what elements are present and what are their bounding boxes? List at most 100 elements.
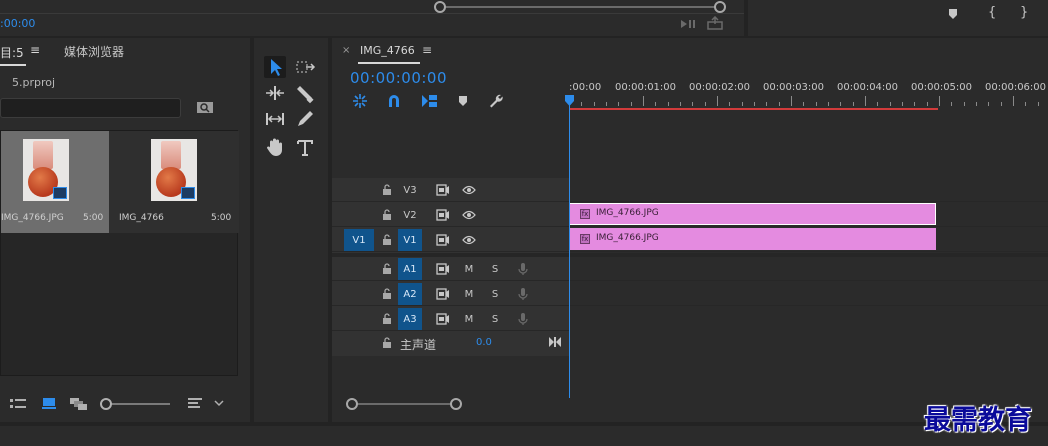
clip-v1[interactable]: fx IMG_4766.JPG (569, 228, 936, 250)
type-icon[interactable] (294, 136, 316, 158)
list-view-icon[interactable] (10, 398, 26, 410)
watermark: 最需教育 (924, 405, 1032, 436)
lock-icon[interactable] (382, 234, 392, 246)
track-content[interactable] (569, 307, 1048, 330)
master-volume-value[interactable]: 0.0 (476, 337, 492, 348)
close-icon[interactable]: × (342, 45, 350, 56)
snap-icon[interactable] (386, 93, 402, 109)
master-label: 主声道 (400, 338, 437, 352)
zoom-slider[interactable] (100, 398, 170, 410)
sequence-tab[interactable]: IMG_4766 (360, 44, 415, 57)
mute-button[interactable]: M (462, 258, 476, 280)
panel-menu-icon[interactable]: ≡ (422, 43, 432, 57)
sort-icon[interactable] (188, 397, 202, 409)
chevron-down-icon[interactable] (214, 399, 224, 407)
clip-v2[interactable]: fx IMG_4766.JPG (569, 203, 936, 225)
playhead-timecode[interactable]: 00:00:00:00 (350, 69, 447, 87)
project-item[interactable]: IMG_4766 5:00 (109, 131, 239, 233)
track-select-icon[interactable] (294, 56, 316, 78)
lock-icon[interactable] (382, 263, 392, 275)
mic-icon[interactable] (518, 312, 528, 326)
track-target-a2[interactable]: A2 (398, 283, 422, 305)
search-input[interactable] (0, 98, 181, 118)
toggle-sync-lock-icon[interactable] (436, 234, 450, 246)
scroll-knob-left[interactable] (346, 398, 358, 410)
source-monitor-strip: :00:00 (0, 0, 744, 36)
media-browser-tab[interactable]: 媒体浏览器 (64, 43, 124, 60)
panel-menu-icon[interactable]: ≡ (30, 43, 40, 57)
lock-icon[interactable] (382, 209, 392, 221)
toggle-sync-lock-icon[interactable] (436, 184, 450, 196)
work-area-bar[interactable] (569, 108, 938, 110)
playhead-line[interactable] (569, 96, 570, 398)
lock-icon[interactable] (382, 184, 392, 196)
track-target-v3[interactable]: V3 (398, 179, 422, 201)
item-name: IMG_4766 (119, 213, 164, 223)
track-content[interactable]: fx IMG_4766.JPG (569, 203, 1048, 226)
ripple-edit-icon[interactable] (264, 82, 286, 104)
track-content[interactable] (569, 257, 1048, 280)
select-tool-icon[interactable] (264, 56, 286, 78)
ruler-ticks (569, 96, 1039, 106)
add-marker-icon[interactable] (458, 95, 468, 107)
mic-icon[interactable] (518, 262, 528, 276)
new-search-bin-icon[interactable] (196, 100, 214, 116)
time-ruler[interactable]: :00:00 00:00:01:00 00:00:02:00 00:00:03:… (569, 80, 1048, 110)
track-content[interactable] (569, 330, 1048, 356)
project-panel: 目:5 ≡ 媒体浏览器 5.prproj IMG_4766.JPG 5:00 I… (0, 38, 250, 422)
track-target-v1[interactable]: V1 (398, 229, 422, 251)
toggle-sync-lock-icon[interactable] (436, 288, 450, 300)
project-item[interactable]: IMG_4766.JPG 5:00 (1, 131, 109, 233)
zoom-slider-knob[interactable] (100, 398, 112, 410)
solo-button[interactable]: S (488, 258, 502, 280)
source-timecode[interactable]: :00:00 (0, 17, 35, 30)
nest-sequence-icon[interactable] (352, 93, 368, 109)
mark-out-icon[interactable]: } (1020, 5, 1028, 20)
mark-in-icon[interactable]: { (988, 5, 996, 20)
slip-icon[interactable] (264, 108, 286, 130)
lock-icon[interactable] (382, 313, 392, 325)
toggle-sync-lock-icon[interactable] (436, 209, 450, 221)
export-frame-icon[interactable] (706, 16, 724, 30)
icon-view-icon[interactable] (42, 397, 56, 409)
scroll-knob-right[interactable] (714, 1, 726, 13)
lock-icon[interactable] (382, 288, 392, 300)
insert-icon[interactable] (680, 18, 696, 30)
track-target-a1[interactable]: A1 (398, 258, 422, 280)
mic-icon[interactable] (518, 287, 528, 301)
program-monitor-strip: { } (748, 0, 1048, 36)
linked-selection-icon[interactable] (420, 93, 438, 109)
track-content[interactable] (569, 282, 1048, 305)
freeform-view-icon[interactable] (70, 398, 88, 410)
pen-icon[interactable] (294, 108, 316, 130)
add-marker-icon[interactable] (948, 8, 958, 20)
ruler-tick-label: 00:00:06:00 (985, 82, 1047, 93)
razor-icon[interactable] (294, 82, 316, 104)
track-target-v2[interactable]: V2 (398, 204, 422, 226)
track-target-a3[interactable]: A3 (398, 308, 422, 330)
timeline-zoom-scrollbar[interactable] (346, 398, 462, 410)
hand-icon[interactable] (264, 136, 286, 158)
track-v2: fx IMG_4766.JPG V2 (332, 203, 1048, 227)
project-tab[interactable]: 目:5 (0, 44, 24, 61)
solo-button[interactable]: S (488, 283, 502, 305)
scroll-knob-left[interactable] (434, 1, 446, 13)
go-to-edit-icon[interactable] (548, 336, 562, 348)
wrench-icon[interactable] (488, 93, 504, 109)
eye-icon[interactable] (462, 210, 476, 220)
eye-icon[interactable] (462, 235, 476, 245)
lock-icon[interactable] (382, 337, 392, 349)
eye-icon[interactable] (462, 185, 476, 195)
mute-button[interactable]: M (462, 308, 476, 330)
scroll-knob-right[interactable] (450, 398, 462, 410)
track-content[interactable]: fx IMG_4766.JPG (569, 228, 1048, 251)
track-content[interactable] (569, 178, 1048, 201)
toggle-sync-lock-icon[interactable] (436, 263, 450, 275)
toggle-sync-lock-icon[interactable] (436, 313, 450, 325)
mute-button[interactable]: M (462, 283, 476, 305)
playhead-handle-icon[interactable] (565, 95, 574, 106)
source-patch-v1[interactable]: V1 (344, 229, 374, 251)
tools-panel (254, 38, 328, 422)
solo-button[interactable]: S (488, 308, 502, 330)
source-zoom-scrollbar[interactable] (434, 1, 726, 13)
